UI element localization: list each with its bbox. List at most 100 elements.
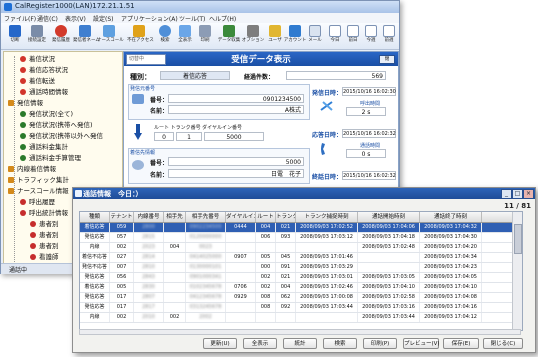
caller-number-value: 0901234500 [168, 94, 304, 103]
menu-tools[interactable]: ツール(T) [179, 14, 205, 23]
table-cell: 2008/09/03 17:02:46 [296, 283, 358, 292]
column-header[interactable]: テナント [110, 212, 134, 222]
tree-group[interactable]: トラフィック集計 [8, 175, 69, 185]
tree-group[interactable]: 発信情報 [8, 98, 43, 108]
table-row[interactable]: 発信応答 017 2807 0412345678 0929 008 062 2008/09/0… [80, 293, 512, 303]
column-header[interactable]: トランク [276, 212, 296, 222]
maximize-button[interactable]: □ [512, 189, 523, 199]
table-cell: 021 [276, 223, 296, 232]
prev-week-button[interactable]: 前週 [377, 24, 401, 48]
node-icon [20, 199, 26, 205]
table-cell: 2008/09/03 17:04:06 [358, 223, 420, 232]
table-row[interactable]: 着信応答 005 2830 0102345678 0706 002 004 2008/09/0… [80, 283, 512, 293]
column-header[interactable]: 種類 [80, 212, 110, 222]
page-indicator: 11 / 81 [504, 202, 531, 210]
table-row[interactable]: 発信応答 017 2817 0313245678 008 092 2008/09/03 17… [80, 303, 512, 313]
menu-help[interactable]: ヘルプ(H) [209, 14, 236, 23]
tree-item[interactable]: 発信状況(携帯へ発信) [20, 120, 93, 130]
print-button[interactable]: 印刷 [193, 24, 217, 48]
tree-item[interactable]: 着信応答状況 [20, 65, 68, 75]
column-header[interactable]: トランク捕捉時刻 [296, 212, 358, 222]
close-button[interactable]: × [523, 189, 534, 199]
table-cell: 002 [256, 273, 276, 282]
minimize-button[interactable]: _ [501, 189, 512, 199]
panel-close-button[interactable]: 閉 [379, 55, 395, 64]
tree-group[interactable]: 内線着信情報 [8, 164, 56, 174]
tree-group[interactable]: ナースコール情報 [8, 186, 69, 196]
data-collect-button[interactable]: データ収集 [217, 24, 241, 48]
table-cell [226, 303, 256, 312]
horizontal-scrollbar[interactable] [79, 329, 521, 335]
vertical-scrollbar[interactable] [512, 212, 522, 330]
show-all-button[interactable]: 全表示 [243, 338, 277, 349]
node-icon [20, 155, 26, 161]
table-row[interactable]: 着信不応答 027 2814 0414025000 0907 005 045 2008/09/… [80, 253, 512, 263]
table-cell: 2002 [186, 313, 226, 322]
table-cell: 着信応答 [80, 283, 110, 292]
handset-icon [320, 142, 330, 156]
table-cell: 2008/09/03 17:03:01 [296, 273, 358, 282]
table-row[interactable]: 着信応答 059 2800 0902234500 0444 004 021 2008/09/0… [80, 223, 512, 233]
history-button[interactable]: 発信履歴 [49, 24, 73, 48]
node-icon [30, 243, 36, 249]
column-header[interactable]: 通話終了時刻 [420, 212, 482, 222]
connect-settings-button[interactable]: 接続設定 [25, 24, 49, 48]
statistics-button[interactable]: 統計 [283, 338, 317, 349]
table-cell [164, 303, 186, 312]
table-cell: 2008/09/03 17:04:18 [358, 233, 420, 242]
column-header[interactable]: 通話開始時刻 [358, 212, 420, 222]
dest-section-label: 着信先情報 [130, 150, 156, 156]
table-cell: 2008/09/03 17:02:48 [358, 243, 420, 252]
tree-item[interactable]: 呼出履歴 [20, 197, 55, 207]
column-header[interactable]: 内線番号 [134, 212, 164, 222]
column-header[interactable]: 相手先 [164, 212, 186, 222]
table-cell [226, 263, 256, 272]
menu-view[interactable]: 表示(V) [65, 14, 86, 23]
dialin-value: 5000 [204, 132, 264, 141]
close-window-button[interactable]: 閉じる(C) [483, 338, 523, 349]
table-row[interactable]: 内線 002 2023 004 0023 2008/09/03 17:02:48 2008/… [80, 243, 512, 253]
tree-item[interactable]: 発信状況(携帯以外へ発信 [20, 131, 103, 141]
menu-comm[interactable]: 通信(C) [37, 14, 58, 23]
tree-item[interactable]: 着信転送 [20, 76, 55, 86]
preview-button[interactable]: プレビュー(V) [403, 338, 440, 349]
column-header[interactable]: ルート [256, 212, 276, 222]
table-cell: 0313245678 [186, 303, 226, 312]
tree-item[interactable]: 看護師 [30, 252, 59, 262]
nurse-call-button[interactable]: ナースコール [97, 24, 124, 48]
options-button[interactable]: オプション [241, 24, 265, 48]
save-button[interactable]: 保存(E) [443, 338, 479, 349]
tree-item[interactable]: 着信状況 [20, 54, 55, 64]
disconnect-button[interactable]: 切断 [3, 24, 27, 48]
table-cell: 2008/09/03 17:04:08 [420, 293, 482, 302]
refresh-button[interactable]: 更新(U) [203, 338, 237, 349]
tree-item[interactable]: 患者別 [30, 241, 59, 251]
caller-name-button[interactable]: 発信者ネーム [73, 24, 100, 48]
table-row[interactable]: 内線 002 2010 002 2002 2008/09/03 17:03:44 2008/… [80, 313, 512, 323]
tree-item[interactable]: 通話料金手算管理 [20, 153, 81, 163]
table-cell: 004 [276, 283, 296, 292]
account-icon [289, 25, 301, 37]
menu-application[interactable]: アプリケーション(A) [121, 14, 178, 23]
menu-settings[interactable]: 設定(S) [93, 14, 114, 23]
table-cell: 2008/09/03 17:03:05 [358, 273, 420, 282]
tree-item[interactable]: 通話時間情報 [20, 87, 68, 97]
tree-item[interactable]: 患者別 [30, 219, 59, 229]
column-header[interactable]: 相手先番号 [186, 212, 226, 222]
table-cell: 017 [110, 303, 134, 312]
absent-access-button[interactable]: 不在アクセス [127, 24, 154, 48]
print-button[interactable]: 印刷(P) [363, 338, 397, 349]
search-button[interactable]: 検索 [323, 338, 357, 349]
printer-icon [199, 25, 211, 37]
tree-item[interactable]: 呼出統計情報 [20, 208, 68, 218]
tree-item[interactable]: 通話料金集計 [20, 142, 68, 152]
menu-file[interactable]: ファイル(F) [4, 14, 36, 23]
table-row[interactable]: 発信応答 056 2843 0901000341 002 021 2008/09/03 17… [80, 273, 512, 283]
scroll-thumb[interactable] [514, 224, 522, 254]
tree-item[interactable]: 発信状況(全て) [20, 109, 73, 119]
tree-item[interactable]: 患者別 [30, 230, 59, 240]
column-header[interactable]: ダイヤルイン [226, 212, 256, 222]
table-row[interactable]: 発信応答 057 2815 0120000000 006 093 2008/09/03 17… [80, 233, 512, 243]
table-row[interactable]: 発信不応答 007 2810 0130000101 000 091 2008/09/03 1… [80, 263, 512, 273]
window-title: 通話情報 今日：） [83, 190, 143, 198]
